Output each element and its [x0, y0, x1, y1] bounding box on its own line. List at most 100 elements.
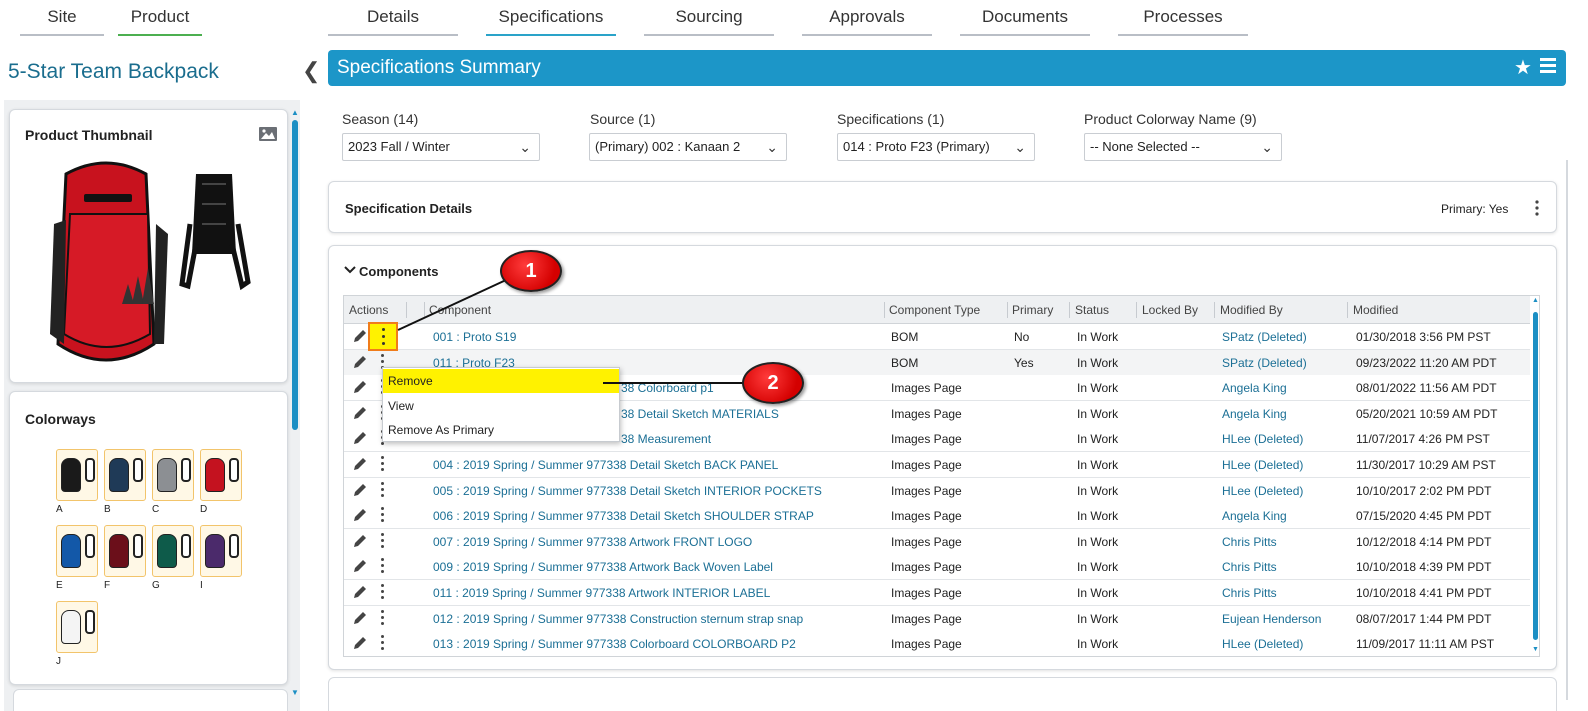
edit-pencil-icon[interactable] [352, 610, 368, 626]
table-scrollbar[interactable]: ▲ ▼ [1530, 296, 1539, 656]
modified-by-link[interactable]: Chris Pitts [1222, 560, 1277, 574]
component-link[interactable]: 011 : 2019 Spring / Summer 977338 Artwor… [433, 586, 770, 600]
colorway-swatch[interactable] [200, 449, 242, 501]
col-modified-by[interactable]: Modified By [1220, 303, 1283, 317]
row-actions-kebab-icon[interactable] [379, 609, 385, 626]
modified-by-link[interactable]: HLee (Deleted) [1222, 432, 1303, 446]
table-row[interactable]: 013 : 2019 Spring / Summer 977338 Colorb… [344, 631, 1530, 656]
table-row[interactable]: 001 : Proto S19 BOM No In Work SPatz (Delete… [344, 324, 1530, 350]
image-icon[interactable] [258, 126, 278, 142]
components-title[interactable]: Components [359, 264, 438, 279]
modified-by-link[interactable]: HLee (Deleted) [1222, 458, 1303, 472]
colorway-swatch[interactable] [152, 449, 194, 501]
table-row[interactable]: 009 : 2019 Spring / Summer 977338 Artwor… [344, 554, 1530, 581]
modified-by-link[interactable]: Angela King [1222, 381, 1287, 395]
col-status[interactable]: Status [1075, 303, 1109, 317]
table-row[interactable]: 004 : 2019 Spring / Summer 977338 Detail… [344, 452, 1530, 478]
edit-pencil-icon[interactable] [352, 482, 368, 498]
col-primary[interactable]: Primary [1012, 303, 1053, 317]
chevron-down-icon[interactable] [344, 266, 356, 274]
edit-pencil-icon[interactable] [352, 379, 368, 395]
menu-item-remove-as-primary[interactable]: Remove As Primary [383, 418, 619, 442]
component-link[interactable]: 012 : 2019 Spring / Summer 977338 Constr… [433, 612, 803, 626]
col-component-type[interactable]: Component Type [889, 303, 980, 317]
row-actions-kebab-icon[interactable] [379, 507, 385, 523]
edit-pencil-icon[interactable] [352, 533, 368, 549]
tab-site[interactable]: Site [20, 0, 104, 36]
modified-by-link[interactable]: SPatz (Deleted) [1222, 330, 1307, 344]
edit-pencil-icon[interactable] [352, 584, 368, 600]
tab-processes[interactable]: Processes [1118, 0, 1248, 36]
edit-pencil-icon[interactable] [352, 635, 368, 651]
tab-sourcing[interactable]: Sourcing [644, 0, 774, 36]
primary-value: No [1014, 330, 1030, 344]
col-modified[interactable]: Modified [1353, 303, 1398, 317]
modified-by-link[interactable]: SPatz (Deleted) [1222, 356, 1307, 370]
colorway-name-select[interactable]: -- None Selected -- ⌄ [1084, 133, 1282, 161]
col-component[interactable]: Component [429, 303, 491, 317]
modified-by-link[interactable]: Angela King [1222, 509, 1287, 523]
col-actions[interactable]: Actions [349, 303, 388, 317]
menu-item-view[interactable]: View [383, 394, 619, 418]
left-panel-scrollbar[interactable]: ▲ ▼ [291, 108, 299, 698]
edit-pencil-icon[interactable] [352, 456, 368, 472]
component-link[interactable]: 38 Measurement [621, 432, 711, 446]
modified-by-link[interactable]: Angela King [1222, 407, 1287, 421]
component-link[interactable]: 006 : 2019 Spring / Summer 977338 Detail… [433, 509, 814, 523]
tab-product[interactable]: Product [118, 0, 202, 36]
menu-item-remove[interactable]: Remove [383, 369, 619, 393]
row-actions-kebab-icon[interactable] [379, 456, 385, 472]
tab-approvals[interactable]: Approvals [802, 0, 932, 36]
component-link[interactable]: 005 : 2019 Spring / Summer 977338 Detail… [433, 484, 822, 498]
colorway-swatch[interactable] [200, 525, 242, 577]
kebab-menu-icon[interactable] [1534, 200, 1540, 216]
edit-pencil-icon[interactable] [352, 507, 368, 523]
product-thumbnail-image[interactable] [36, 154, 256, 379]
component-link[interactable]: 013 : 2019 Spring / Summer 977338 Colorb… [433, 637, 796, 651]
row-actions-kebab-icon[interactable] [379, 532, 385, 549]
component-link[interactable]: 009 : 2019 Spring / Summer 977338 Artwor… [433, 560, 773, 574]
hamburger-menu-icon[interactable] [1540, 58, 1556, 74]
modified-by-link[interactable]: Chris Pitts [1222, 586, 1277, 600]
colorway-swatch[interactable] [104, 449, 146, 501]
component-link[interactable]: 001 : Proto S19 [433, 330, 516, 344]
edit-pencil-icon[interactable] [352, 354, 368, 370]
table-row[interactable]: 011 : 2019 Spring / Summer 977338 Artwor… [344, 580, 1530, 606]
row-actions-menu-highlight[interactable] [368, 322, 398, 351]
row-actions-kebab-icon[interactable] [379, 481, 385, 498]
table-row[interactable]: 012 : 2019 Spring / Summer 977338 Constr… [344, 605, 1530, 632]
colorway-swatch[interactable] [56, 601, 98, 653]
colorway-swatch[interactable] [152, 525, 194, 577]
colorway-swatch[interactable] [56, 449, 98, 501]
component-link[interactable]: 007 : 2019 Spring / Summer 977338 Artwor… [433, 535, 752, 549]
colorway-swatch[interactable] [104, 525, 146, 577]
collapse-left-panel-icon[interactable]: ❮ [302, 58, 320, 84]
modified-by-link[interactable]: HLee (Deleted) [1222, 637, 1303, 651]
edit-pencil-icon[interactable] [352, 328, 368, 344]
colorway-label: J [56, 656, 61, 667]
component-link[interactable]: 38 Colorboard p1 [621, 381, 714, 395]
component-link[interactable]: 004 : 2019 Spring / Summer 977338 Detail… [433, 458, 778, 472]
tab-documents[interactable]: Documents [960, 0, 1090, 36]
component-link[interactable]: 38 Detail Sketch MATERIALS [621, 407, 779, 421]
edit-pencil-icon[interactable] [352, 558, 368, 574]
edit-pencil-icon[interactable] [352, 405, 368, 421]
specifications-select[interactable]: 014 : Proto F23 (Primary) ⌄ [837, 133, 1035, 161]
table-row[interactable]: 006 : 2019 Spring / Summer 977338 Detail… [344, 503, 1530, 530]
col-locked-by[interactable]: Locked By [1142, 303, 1198, 317]
modified-by-link[interactable]: Eujean Henderson [1222, 612, 1321, 626]
season-select[interactable]: 2023 Fall / Winter ⌄ [342, 133, 540, 161]
colorway-swatch[interactable] [56, 525, 98, 577]
tab-details[interactable]: Details [328, 0, 458, 36]
source-select[interactable]: (Primary) 002 : Kanaan 2 ⌄ [589, 133, 787, 161]
table-row[interactable]: 007 : 2019 Spring / Summer 977338 Artwor… [344, 528, 1530, 555]
row-actions-kebab-icon[interactable] [379, 584, 385, 600]
star-icon[interactable]: ★ [1514, 55, 1532, 80]
tab-specifications[interactable]: Specifications [486, 0, 616, 36]
modified-by-link[interactable]: HLee (Deleted) [1222, 484, 1303, 498]
modified-by-link[interactable]: Chris Pitts [1222, 535, 1277, 549]
table-row[interactable]: 005 : 2019 Spring / Summer 977338 Detail… [344, 477, 1530, 504]
edit-pencil-icon[interactable] [352, 430, 368, 446]
row-actions-kebab-icon[interactable] [379, 558, 385, 574]
row-actions-kebab-icon[interactable] [379, 635, 385, 651]
